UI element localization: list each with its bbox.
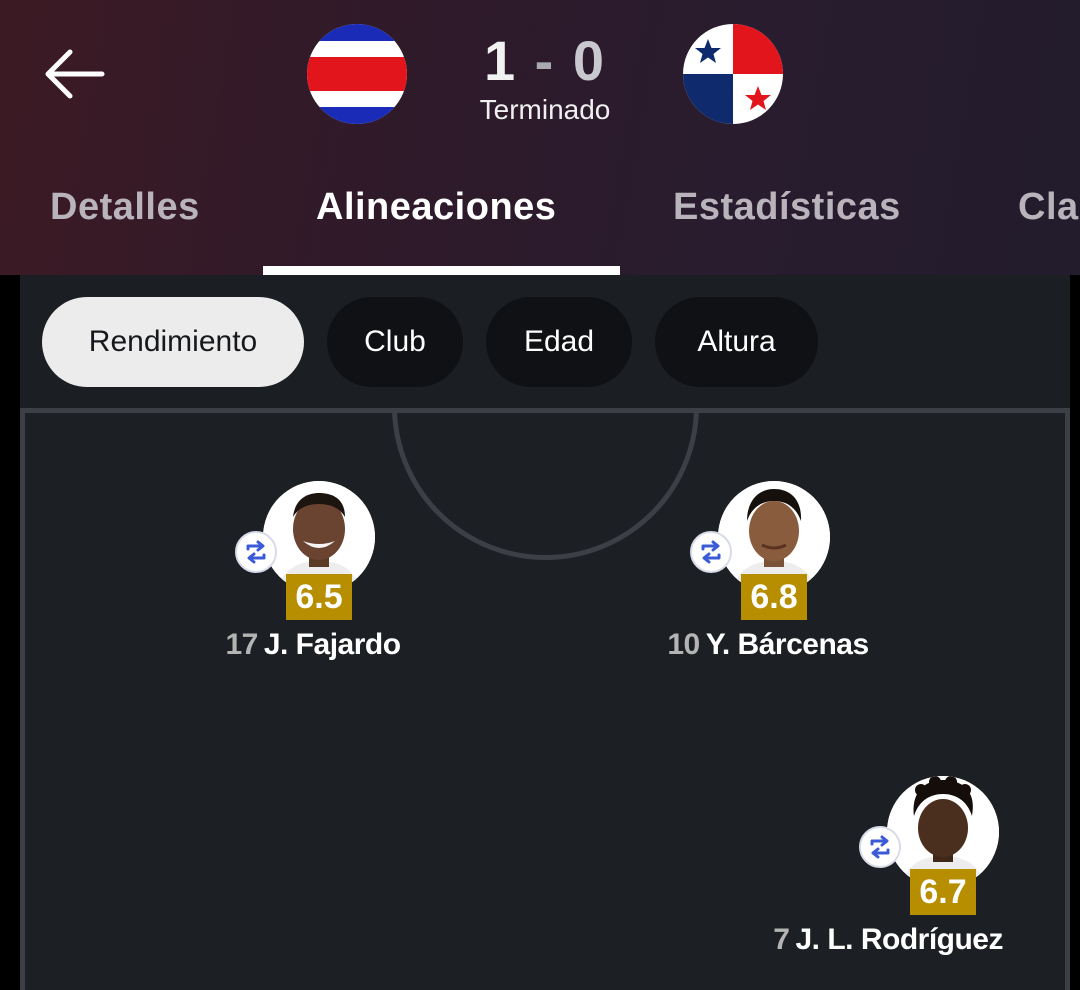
- player-name-label: 10 Y. Bárcenas: [638, 628, 898, 662]
- tab-statistics[interactable]: Estadísticas: [673, 186, 901, 229]
- tab-standings[interactable]: Cla: [1018, 186, 1079, 229]
- player-rating-badge: 6.8: [741, 574, 807, 620]
- substitution-icon: [690, 531, 732, 573]
- active-tab-indicator: [263, 266, 620, 275]
- score-separator: -: [534, 29, 556, 92]
- tab-lineups[interactable]: Alineaciones: [316, 186, 556, 229]
- filter-club-chip[interactable]: Club: [327, 297, 463, 387]
- away-team-flag[interactable]: [683, 24, 783, 124]
- match-header: 1 - 0 Terminado Detalles Alineaciones Es…: [0, 0, 1080, 275]
- player-card[interactable]: 6.8 10 Y. Bárcenas: [638, 481, 898, 681]
- player-name: Y. Bárcenas: [705, 628, 869, 661]
- player-card[interactable]: 6.5 17 J. Fajardo: [183, 481, 443, 681]
- filter-age-chip[interactable]: Edad: [486, 297, 632, 387]
- arrow-left-icon: [45, 49, 105, 99]
- player-rating-badge: 6.7: [910, 869, 976, 915]
- player-name-label: 7 J. L. Rodríguez: [747, 923, 1080, 957]
- shirt-number: 7: [773, 923, 790, 956]
- panama-flag-icon: [683, 24, 783, 124]
- player-name-label: 17 J. Fajardo: [183, 628, 443, 662]
- player-name: J. L. Rodríguez: [795, 923, 1003, 956]
- shirt-number: 10: [667, 628, 700, 661]
- home-team-flag[interactable]: [307, 24, 407, 124]
- filter-performance-chip[interactable]: Rendimiento: [42, 297, 304, 387]
- costa-rica-flag-icon: [307, 24, 407, 124]
- back-button[interactable]: [40, 42, 112, 106]
- away-score: 0: [572, 29, 607, 92]
- substitution-icon: [859, 826, 901, 868]
- player-rating-badge: 6.5: [286, 574, 352, 620]
- match-status: Terminado: [479, 94, 611, 125]
- scoreboard: 1 - 0: [440, 28, 650, 93]
- home-score: 1: [483, 29, 518, 92]
- substitution-icon: [235, 531, 277, 573]
- tab-details[interactable]: Detalles: [50, 186, 200, 229]
- player-card[interactable]: 6.7 7 J. L. Rodríguez: [773, 776, 1067, 976]
- shirt-number: 17: [225, 628, 258, 661]
- lineup-filter-bar: Rendimiento Club Edad Altura: [20, 275, 1070, 410]
- filter-height-chip[interactable]: Altura: [655, 297, 818, 387]
- player-name: J. Fajardo: [263, 628, 401, 661]
